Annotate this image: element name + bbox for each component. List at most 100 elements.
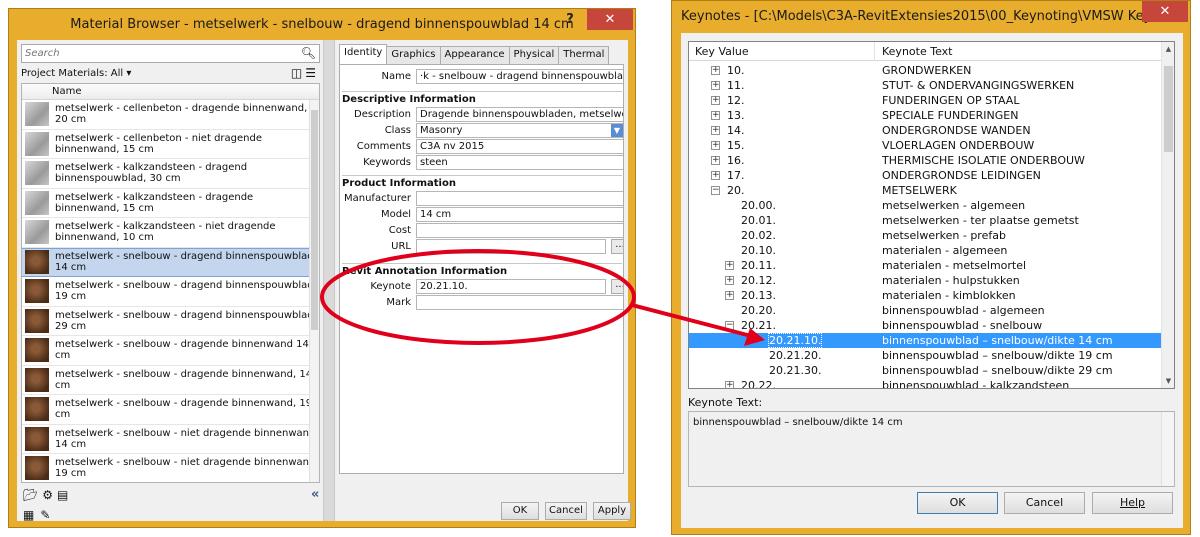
material-list-item[interactable]: metselwerk - snelbouw - niet dragende bi… bbox=[22, 454, 319, 482]
ok-button[interactable]: OK bbox=[917, 492, 998, 514]
keynote-text-scrollbar[interactable] bbox=[1161, 412, 1174, 486]
tab-thermal[interactable]: Thermal bbox=[558, 46, 610, 64]
open-library-icon[interactable]: 📂︎ bbox=[23, 488, 42, 502]
keynote-tree-item[interactable]: +17. ONDERGRONDSE LEIDINGEN bbox=[689, 168, 1163, 183]
material-list-item[interactable]: metselwerk - kalkzandsteen - dragende bi… bbox=[22, 189, 319, 218]
expand-icon[interactable]: + bbox=[711, 66, 720, 75]
manufacturer-field[interactable] bbox=[416, 191, 623, 206]
keynote-tree-item[interactable]: +12. FUNDERINGEN OP STAAL bbox=[689, 93, 1163, 108]
col-key-value[interactable]: Key Value bbox=[695, 45, 749, 58]
expand-icon[interactable]: + bbox=[711, 126, 720, 135]
keywords-field[interactable]: steen bbox=[416, 155, 623, 170]
keynote-tree-item[interactable]: +20.12. materialen - hulpstukken bbox=[689, 273, 1163, 288]
keynote-tree-item[interactable]: +15. VLOERLAGEN ONDERBOUW bbox=[689, 138, 1163, 153]
keynote-tree-item[interactable]: −20. METSELWERK bbox=[689, 183, 1163, 198]
list-view-icon[interactable]: ☰ bbox=[305, 66, 319, 80]
close-icon[interactable]: ✕ bbox=[1142, 1, 1188, 22]
close-icon[interactable]: ✕ bbox=[587, 9, 633, 30]
description-field[interactable]: Dragende binnenspouwbladen, metselwerk, … bbox=[416, 107, 623, 122]
keynote-tree-item[interactable]: +20.22. binnenspouwblad - kalkzandsteen bbox=[689, 378, 1163, 388]
panel-splitter[interactable] bbox=[323, 40, 335, 521]
ok-button[interactable]: OK bbox=[501, 502, 539, 520]
tree-scrollbar[interactable]: ▲ ▼ bbox=[1161, 42, 1174, 388]
keynote-tree-item[interactable]: +13. SPECIALE FUNDERINGEN bbox=[689, 108, 1163, 123]
keynote-tree-item[interactable]: +20.13. materialen - kimblokken bbox=[689, 288, 1163, 303]
material-list-item[interactable]: metselwerk - snelbouw - dragende binnenw… bbox=[22, 366, 319, 395]
keynote-tree-item[interactable]: +16. THERMISCHE ISOLATIE ONDERBOUW bbox=[689, 153, 1163, 168]
asset-browser-icon[interactable]: ▦ bbox=[23, 508, 40, 522]
keynote-tree-item[interactable]: +14. ONDERGRONDSE WANDEN bbox=[689, 123, 1163, 138]
expand-icon[interactable]: + bbox=[711, 81, 720, 90]
expand-icon[interactable]: + bbox=[725, 291, 734, 300]
panel-toggle-icon[interactable]: ◫ bbox=[291, 66, 305, 80]
expand-icon[interactable]: + bbox=[711, 156, 720, 165]
material-browser-titlebar[interactable]: Material Browser - metselwerk - snelbouw… bbox=[9, 9, 635, 40]
material-editor-icon[interactable]: ✎ bbox=[40, 508, 56, 522]
search-input[interactable] bbox=[22, 45, 292, 62]
expand-icon[interactable]: + bbox=[711, 96, 720, 105]
mark-field[interactable] bbox=[416, 295, 623, 310]
tab-appearance[interactable]: Appearance bbox=[439, 46, 510, 64]
tab-identity[interactable]: Identity bbox=[339, 44, 388, 64]
material-list-item[interactable]: metselwerk - snelbouw - dragend binnensp… bbox=[22, 307, 319, 336]
material-list-item[interactable]: metselwerk - snelbouw - dragend binnensp… bbox=[22, 247, 319, 277]
expand-icon[interactable]: + bbox=[711, 111, 720, 120]
keynote-tree-item[interactable]: 20.10. materialen - algemeen bbox=[689, 243, 1163, 258]
keynote-tree-item[interactable]: 20.21.10. binnenspouwblad – snelbouw/dikt… bbox=[689, 333, 1163, 348]
material-list-item[interactable]: metselwerk - kalkzandsteen - niet dragen… bbox=[22, 218, 319, 248]
tab-physical[interactable]: Physical bbox=[508, 46, 560, 64]
material-list-item[interactable]: metselwerk - cellenbeton - dragende binn… bbox=[22, 100, 319, 130]
chevron-down-icon[interactable]: ▼ bbox=[611, 124, 623, 137]
col-keynote-text[interactable]: Keynote Text bbox=[882, 45, 952, 58]
keynote-field[interactable]: 20.21.10. bbox=[416, 279, 606, 294]
apply-button[interactable]: Apply bbox=[593, 502, 631, 520]
help-button[interactable]: Help bbox=[1092, 492, 1173, 514]
keynote-tree-item[interactable]: 20.21.30. binnenspouwblad – snelbouw/dikt… bbox=[689, 363, 1163, 378]
expand-icon[interactable]: + bbox=[725, 276, 734, 285]
expand-icon[interactable]: + bbox=[725, 381, 734, 388]
cancel-button[interactable]: Cancel bbox=[1004, 492, 1085, 514]
library-panel-icon[interactable]: ▤ bbox=[57, 488, 72, 502]
url-field[interactable] bbox=[416, 239, 606, 254]
keynote-tree-item[interactable]: +20.11. materialen - metselmortel bbox=[689, 258, 1163, 273]
keynote-tree-item[interactable]: 20.02. metselwerken - prefab bbox=[689, 228, 1163, 243]
collapse-icon[interactable]: − bbox=[711, 186, 720, 195]
keynote-tree-item[interactable]: 20.01. metselwerken - ter plaatse gemetst bbox=[689, 213, 1163, 228]
scroll-up-icon[interactable]: ▲ bbox=[1162, 42, 1174, 56]
expand-icon[interactable]: + bbox=[711, 141, 720, 150]
create-material-icon[interactable]: ⚙ bbox=[42, 488, 57, 502]
keynote-tree-item[interactable]: 20.20. binnenspouwblad - algemeen bbox=[689, 303, 1163, 318]
keynote-text-box[interactable]: binnenspouwblad – snelbouw/dikte 14 cm bbox=[688, 411, 1175, 487]
material-list-item[interactable]: metselwerk - cellenbeton - niet dragende… bbox=[22, 130, 319, 159]
material-list-item[interactable]: metselwerk - snelbouw - niet dragende bi… bbox=[22, 425, 319, 454]
scroll-down-icon[interactable]: ▼ bbox=[1162, 374, 1174, 388]
cancel-button[interactable]: Cancel bbox=[545, 502, 587, 520]
collapse-panel-icon[interactable]: « bbox=[311, 487, 319, 502]
cost-field[interactable] bbox=[416, 223, 623, 238]
project-materials-filter[interactable]: Project Materials: All ▾ bbox=[21, 66, 131, 82]
material-list-item[interactable]: metselwerk - snelbouw - dragend binnensp… bbox=[22, 277, 319, 307]
keynote-tree-item[interactable]: +11. STUT- & ONDERVANGINGSWERKEN bbox=[689, 78, 1163, 93]
expand-icon[interactable]: + bbox=[725, 261, 734, 270]
list-scrollbar[interactable] bbox=[309, 100, 319, 482]
material-list-item[interactable]: metselwerk - snelbouw - dragende binnenw… bbox=[22, 395, 319, 425]
keynote-tree-item[interactable]: +10. GRONDWERKEN bbox=[689, 63, 1163, 78]
column-divider[interactable] bbox=[874, 42, 875, 61]
name-field[interactable]: ·k - snelbouw - dragend binnenspouwblad … bbox=[416, 69, 623, 84]
tree-scroll-thumb[interactable] bbox=[1164, 66, 1173, 152]
class-dropdown[interactable]: Masonry ▼ bbox=[416, 123, 623, 138]
material-list-item[interactable]: metselwerk - kalkzandsteen - dragend bin… bbox=[22, 159, 319, 189]
help-icon[interactable]: ? bbox=[555, 9, 585, 30]
material-list-item[interactable]: metselwerk - snelbouw - dragende binnenw… bbox=[22, 336, 319, 366]
list-header-name[interactable]: Name bbox=[22, 84, 319, 100]
collapse-icon[interactable]: − bbox=[725, 321, 734, 330]
search-icon[interactable]: 🔍︎ bbox=[301, 46, 316, 60]
url-browse-button[interactable]: ... bbox=[611, 239, 623, 254]
expand-icon[interactable]: + bbox=[711, 171, 720, 180]
list-scroll-thumb[interactable] bbox=[311, 110, 318, 330]
tab-graphics[interactable]: Graphics bbox=[386, 46, 441, 64]
search-box[interactable]: 🔍︎ bbox=[21, 44, 320, 63]
keynote-tree-item[interactable]: 20.00. metselwerken - algemeen bbox=[689, 198, 1163, 213]
keynote-tree-item[interactable]: 20.21.20. binnenspouwblad – snelbouw/dikt… bbox=[689, 348, 1163, 363]
keynote-browse-button[interactable]: ... bbox=[611, 279, 623, 294]
